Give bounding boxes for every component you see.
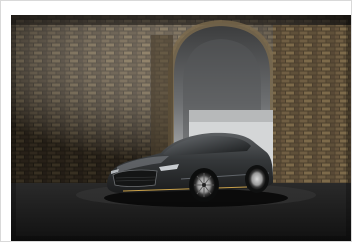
car-photo-illustration (11, 15, 351, 241)
image-frame (0, 0, 352, 242)
car-photo (11, 15, 351, 241)
